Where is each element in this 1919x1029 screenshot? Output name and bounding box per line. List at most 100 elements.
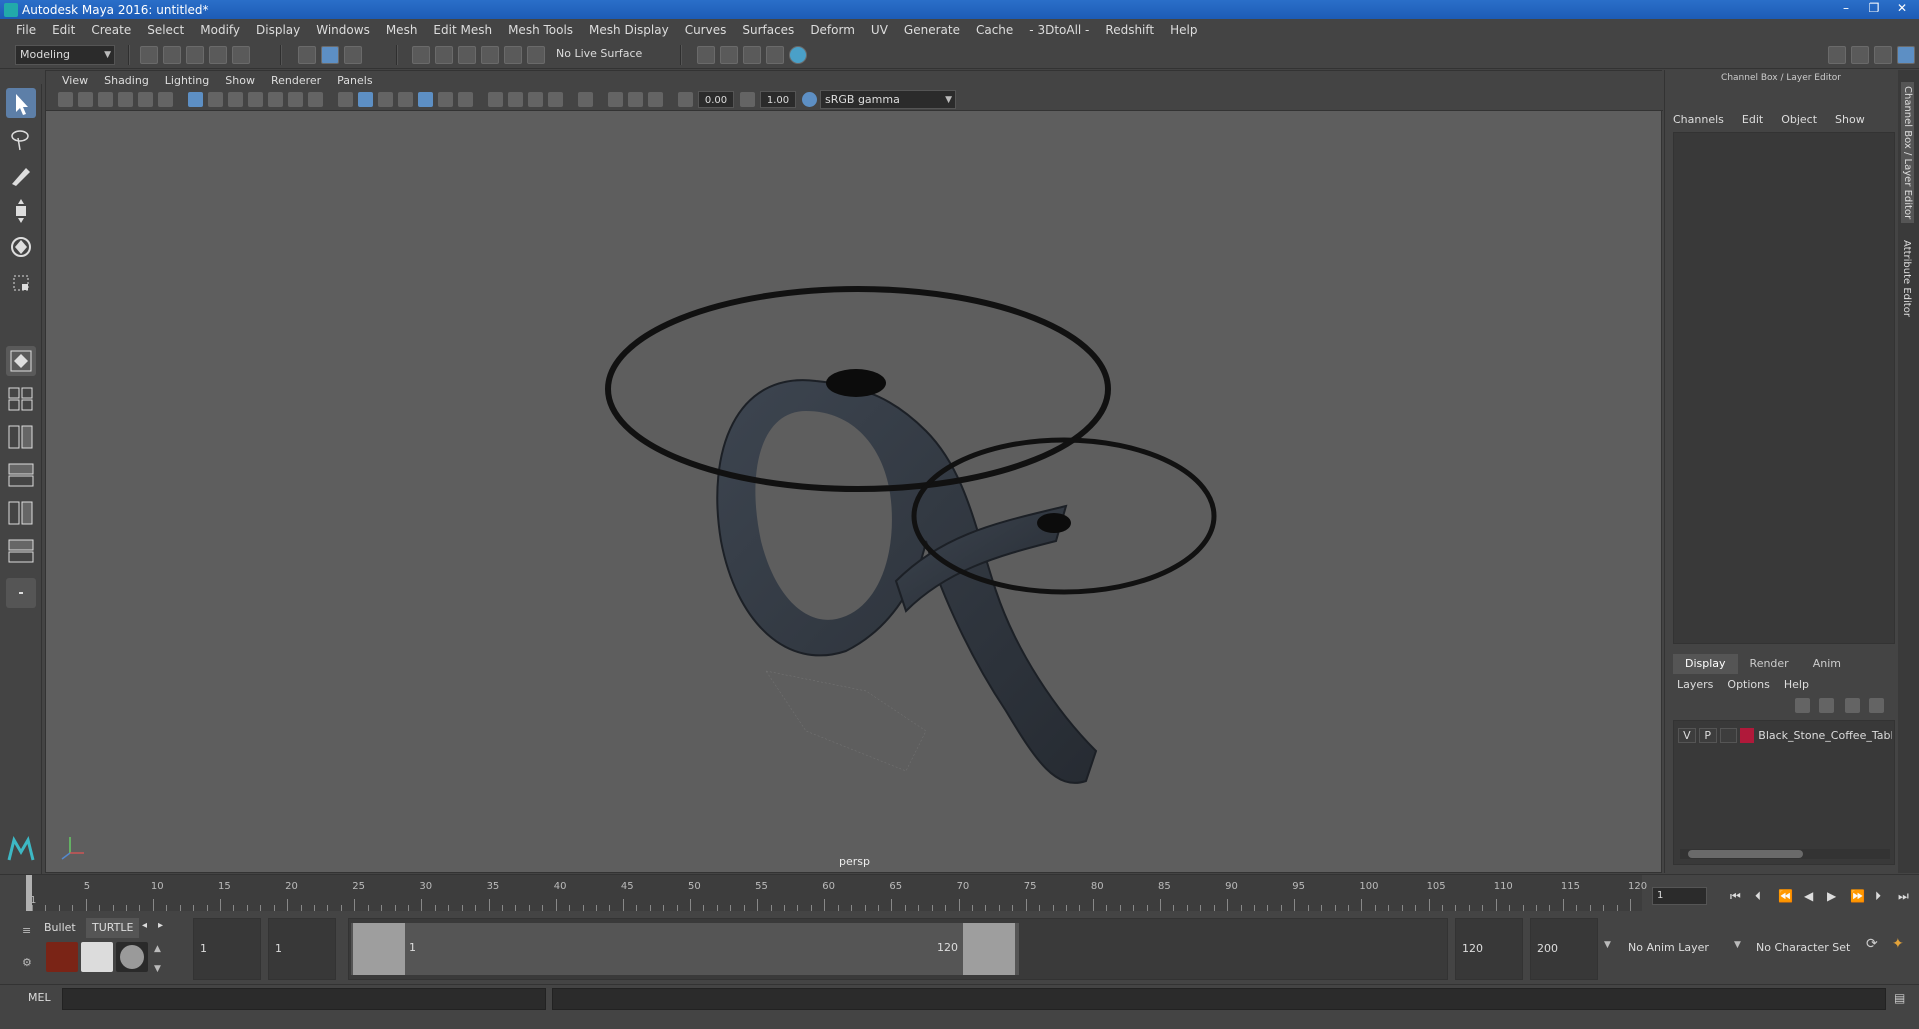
grid-icon[interactable] [188, 92, 203, 107]
isolate-select-icon[interactable] [578, 92, 593, 107]
turtle-render-icon[interactable] [46, 942, 78, 972]
ipr-render-icon[interactable] [720, 46, 738, 64]
menu-generate[interactable]: Generate [896, 23, 968, 37]
end-time-field[interactable]: 200 [1530, 918, 1598, 980]
menu-edit[interactable]: Edit [44, 23, 83, 37]
viewport-menu-show[interactable]: Show [217, 74, 263, 87]
viewport-panel[interactable]: View Shading Lighting Show Renderer Pane… [45, 70, 1663, 873]
depth-of-field-icon[interactable] [548, 92, 563, 107]
command-input[interactable] [62, 988, 546, 1010]
shelf-scroll-up-icon[interactable]: ▲ [154, 944, 161, 954]
layer-color-swatch[interactable] [1740, 728, 1755, 743]
layer-menu-options[interactable]: Options [1727, 678, 1769, 691]
render-view-icon[interactable] [789, 46, 807, 64]
menu-file[interactable]: File [8, 23, 44, 37]
color-management-icon[interactable] [802, 92, 817, 107]
play-backwards-icon[interactable]: ◀ [1804, 889, 1813, 903]
shelf-tab-turtle[interactable]: TURTLE [86, 918, 140, 938]
backface-culling-icon[interactable] [648, 92, 663, 107]
step-forward-frame-icon[interactable]: ⏵ [1875, 889, 1881, 904]
menu-edit-mesh[interactable]: Edit Mesh [425, 23, 500, 37]
move-layer-down-icon[interactable] [1819, 698, 1834, 713]
menu-cache[interactable]: Cache [968, 23, 1021, 37]
menu-deform[interactable]: Deform [802, 23, 863, 37]
current-frame-field[interactable]: 1 [1652, 887, 1707, 905]
film-gate-icon[interactable] [208, 92, 223, 107]
mode-selector[interactable]: Modeling ▼ [15, 45, 115, 65]
chevron-down-icon[interactable]: ▼ [1734, 940, 1741, 950]
shelf-scroll-right-icon[interactable]: ▸ [158, 920, 163, 931]
layer-menu-layers[interactable]: Layers [1677, 678, 1713, 691]
save-scene-icon[interactable] [186, 46, 204, 64]
move-layer-up-icon[interactable] [1795, 698, 1810, 713]
go-to-start-icon[interactable]: ⏮ [1730, 889, 1741, 904]
xray-active-icon[interactable] [628, 92, 643, 107]
gamma-icon[interactable] [740, 92, 755, 107]
use-all-lights-icon[interactable] [438, 92, 453, 107]
safe-title-icon[interactable] [308, 92, 323, 107]
render-settings-icon[interactable] [743, 46, 761, 64]
resolution-gate-icon[interactable] [228, 92, 243, 107]
menu-help[interactable]: Help [1162, 23, 1205, 37]
wireframe-on-shaded-icon[interactable] [378, 92, 393, 107]
range-start-handle[interactable] [353, 923, 405, 975]
go-to-end-icon[interactable]: ⏭ [1898, 889, 1909, 904]
snap-view-plane-icon[interactable] [481, 46, 499, 64]
rotate-tool-icon[interactable] [6, 232, 36, 262]
hypershade-layout-icon[interactable] [6, 498, 36, 528]
move-tool-icon[interactable] [6, 196, 36, 226]
maximize-button[interactable]: ❐ [1861, 0, 1887, 17]
undo-icon[interactable] [209, 46, 227, 64]
channel-box-menu-show[interactable]: Show [1835, 113, 1865, 126]
shelf-scroll-down-icon[interactable]: ▼ [154, 964, 161, 974]
menu-uv[interactable]: UV [863, 23, 896, 37]
xray-icon[interactable] [418, 92, 433, 107]
hypershade-icon[interactable] [766, 46, 784, 64]
scale-tool-icon[interactable] [6, 268, 36, 298]
snap-curve-icon[interactable] [435, 46, 453, 64]
step-forward-key-icon[interactable]: ⏩ [1850, 889, 1865, 903]
new-layer-from-selected-icon[interactable] [1869, 698, 1884, 713]
menu-display[interactable]: Display [248, 23, 308, 37]
wireframe-icon[interactable] [338, 92, 353, 107]
script-editor-icon[interactable]: ▤ [1894, 991, 1905, 1005]
select-tool-icon[interactable] [6, 88, 36, 118]
four-view-layout-icon[interactable] [6, 384, 36, 414]
current-time-marker[interactable] [26, 875, 32, 911]
menu-windows[interactable]: Windows [308, 23, 378, 37]
uv-editor-layout-icon[interactable] [6, 536, 36, 566]
viewport-menu-renderer[interactable]: Renderer [263, 74, 329, 87]
exposure-icon[interactable] [678, 92, 693, 107]
range-slider-bar[interactable] [351, 923, 1019, 975]
grease-pencil-icon[interactable] [158, 92, 173, 107]
gate-mask-icon[interactable] [248, 92, 263, 107]
menu-redshift[interactable]: Redshift [1097, 23, 1162, 37]
layer-name[interactable]: Black_Stone_Coffee_Tabl [1758, 729, 1892, 742]
live-surface-field[interactable]: No Live Surface [552, 45, 652, 65]
shadows-icon[interactable] [458, 92, 473, 107]
2d-pan-zoom-icon[interactable] [138, 92, 153, 107]
field-chart-icon[interactable] [268, 92, 283, 107]
shelf-settings-icon[interactable]: ⚙ [22, 956, 32, 969]
gamma-field[interactable]: 1.00 [760, 91, 796, 108]
animation-preferences-icon[interactable]: ✦ [1892, 936, 1904, 952]
persp-graph-layout-icon[interactable] [6, 460, 36, 490]
channel-box-menu-channels[interactable]: Channels [1673, 113, 1724, 126]
open-scene-icon[interactable] [163, 46, 181, 64]
xray-joints-icon[interactable] [608, 92, 623, 107]
minimize-button[interactable]: – [1833, 0, 1859, 17]
chevron-down-icon[interactable]: ▼ [1604, 940, 1611, 950]
menu-create[interactable]: Create [83, 23, 139, 37]
menu-curves[interactable]: Curves [677, 23, 735, 37]
side-tab-channel-box[interactable]: Channel Box / Layer Editor [1901, 82, 1914, 224]
tab-display[interactable]: Display [1673, 654, 1738, 674]
range-end-handle[interactable] [963, 923, 1015, 975]
start-time-field[interactable]: 1 [193, 918, 261, 980]
auto-keyframe-icon[interactable]: ⟳ [1866, 936, 1878, 952]
viewport-menu-shading[interactable]: Shading [96, 74, 157, 87]
shelf-menu-icon[interactable]: ≡ [22, 924, 31, 937]
shelf-scroll-left-icon[interactable]: ◂ [142, 920, 147, 931]
viewport-menu-view[interactable]: View [54, 74, 96, 87]
channel-box-menu-object[interactable]: Object [1781, 113, 1817, 126]
menu-modify[interactable]: Modify [192, 23, 248, 37]
